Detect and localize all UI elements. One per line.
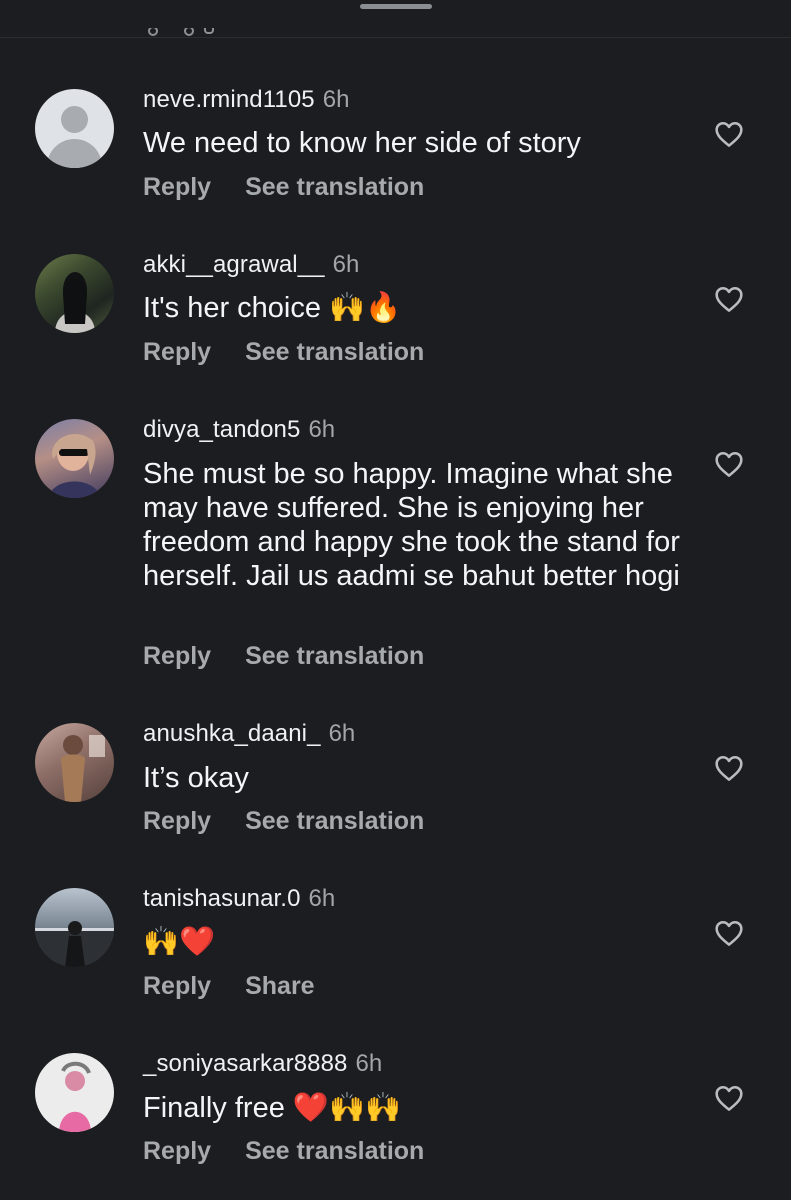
comment-username[interactable]: tanishasunar.0	[143, 885, 301, 912]
reply-button[interactable]: Reply	[143, 642, 211, 670]
comment-username[interactable]: akki__agrawal__	[143, 251, 325, 278]
comment-text: Finally free ❤️🙌🙌	[143, 1092, 402, 1124]
reply-button[interactable]: Reply	[143, 807, 211, 835]
profile-avatar[interactable]	[35, 1053, 114, 1132]
see-translation-button[interactable]: See translation	[245, 1137, 424, 1165]
profile-photo-icon	[55, 272, 95, 333]
comment-time: 6h	[308, 416, 336, 443]
comment-item: anushka_daani_ 6h It’s okay Reply See tran…	[0, 720, 791, 840]
comments-sheet: neve.rmind1105 6h We need to know her sid…	[0, 0, 791, 1200]
comment-username[interactable]: anushka_daani_	[143, 720, 321, 747]
profile-avatar[interactable]	[35, 419, 114, 498]
reply-button[interactable]: Reply	[143, 972, 211, 1000]
profile-avatar[interactable]	[35, 888, 114, 967]
profile-avatar[interactable]	[35, 254, 114, 333]
comment-text: It's her choice 🙌🔥	[143, 292, 402, 324]
comment-item: tanishasunar.0 6h 🙌❤️ Reply Share	[0, 885, 791, 1005]
heart-outline-icon[interactable]	[711, 117, 747, 151]
heart-outline-icon[interactable]	[711, 916, 747, 950]
sheet-divider	[0, 37, 791, 38]
comment-text: She must be so happy. Imagine what she m…	[143, 458, 680, 592]
default-avatar-icon[interactable]	[35, 89, 114, 168]
comment-item: akki__agrawal__ 6h It's her choice 🙌🔥 Rep…	[0, 251, 791, 371]
profile-photo-icon	[49, 434, 101, 498]
previous-comment-partial	[140, 28, 220, 36]
reply-button[interactable]: Reply	[143, 173, 211, 201]
comment-item: _soniyasarkar8888 6h Finally free ❤️🙌🙌 Re…	[0, 1050, 791, 1170]
see-translation-button[interactable]: See translation	[245, 173, 424, 201]
heart-outline-icon[interactable]	[711, 447, 747, 481]
reply-button[interactable]: Reply	[143, 338, 211, 366]
profile-photo-icon	[61, 735, 105, 802]
heart-outline-icon[interactable]	[711, 1081, 747, 1115]
reply-button[interactable]: Reply	[143, 1137, 211, 1165]
heart-outline-icon[interactable]	[711, 282, 747, 316]
comment-time: 6h	[308, 885, 336, 912]
comment-item: divya_tandon5 6h She must be so happy. Im…	[0, 416, 791, 676]
comment-time: 6h	[328, 720, 356, 747]
heart-outline-icon[interactable]	[711, 751, 747, 785]
comment-time: 6h	[322, 86, 350, 113]
comment-username[interactable]: neve.rmind1105	[143, 86, 315, 113]
comment-item: neve.rmind1105 6h We need to know her sid…	[0, 86, 791, 206]
comment-time: 6h	[332, 251, 360, 278]
share-button[interactable]: Share	[245, 972, 314, 1000]
comment-username[interactable]: _soniyasarkar8888	[143, 1050, 348, 1077]
comment-text: It’s okay	[143, 762, 249, 794]
see-translation-button[interactable]: See translation	[245, 338, 424, 366]
drag-handle[interactable]	[360, 4, 432, 9]
comment-text: We need to know her side of story	[143, 127, 581, 159]
comment-time: 6h	[355, 1050, 383, 1077]
profile-photo-icon	[35, 921, 114, 967]
profile-avatar[interactable]	[35, 723, 114, 802]
see-translation-button[interactable]: See translation	[245, 807, 424, 835]
see-translation-button[interactable]: See translation	[245, 642, 424, 670]
profile-photo-icon	[59, 1061, 91, 1132]
comment-username[interactable]: divya_tandon5	[143, 416, 300, 443]
comment-text: 🙌❤️	[143, 926, 216, 958]
